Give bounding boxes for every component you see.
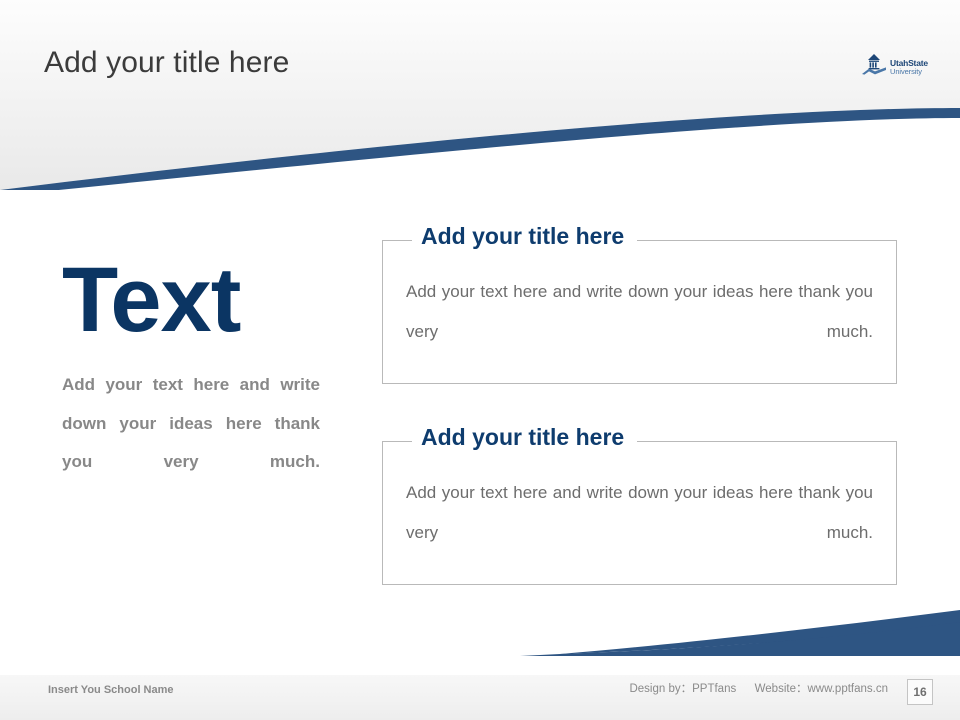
footer-school-name: Insert You School Name: [48, 684, 174, 696]
utah-state-university-logo: UtahState University: [861, 52, 933, 82]
slide-canvas: Add your title here UtahState University: [0, 0, 960, 720]
logo-line-university: University: [890, 67, 922, 76]
content-box-1-body: Add your text here and write down your i…: [406, 282, 873, 341]
left-heading: Text: [62, 249, 241, 351]
left-body-text: Add your text here and write down your i…: [62, 375, 320, 471]
page-title: Add your title here: [44, 46, 290, 79]
footer-website[interactable]: Website：www.pptfans.cn: [755, 683, 888, 695]
content-box-2: Add your title here Add your text here a…: [382, 422, 897, 585]
footer-credits: Design by：PPTfans Website：www.pptfans.cn: [629, 680, 888, 696]
left-content-column: Text Add your text here and write down y…: [62, 252, 320, 520]
university-building-icon: [861, 52, 887, 83]
content-box-2-body: Add your text here and write down your i…: [406, 483, 873, 542]
header-decoration: [0, 0, 960, 190]
content-box-1: Add your title here Add your text here a…: [382, 221, 897, 384]
footer-design-by: Design by：PPTfans: [629, 683, 737, 695]
content-box-2-title: Add your title here: [412, 422, 638, 452]
logo-wordmark: UtahState University: [890, 57, 928, 76]
page-number-badge: 16: [907, 679, 933, 705]
logo-line-utahstate: UtahState: [890, 57, 928, 68]
content-box-1-title: Add your title here: [412, 221, 638, 251]
